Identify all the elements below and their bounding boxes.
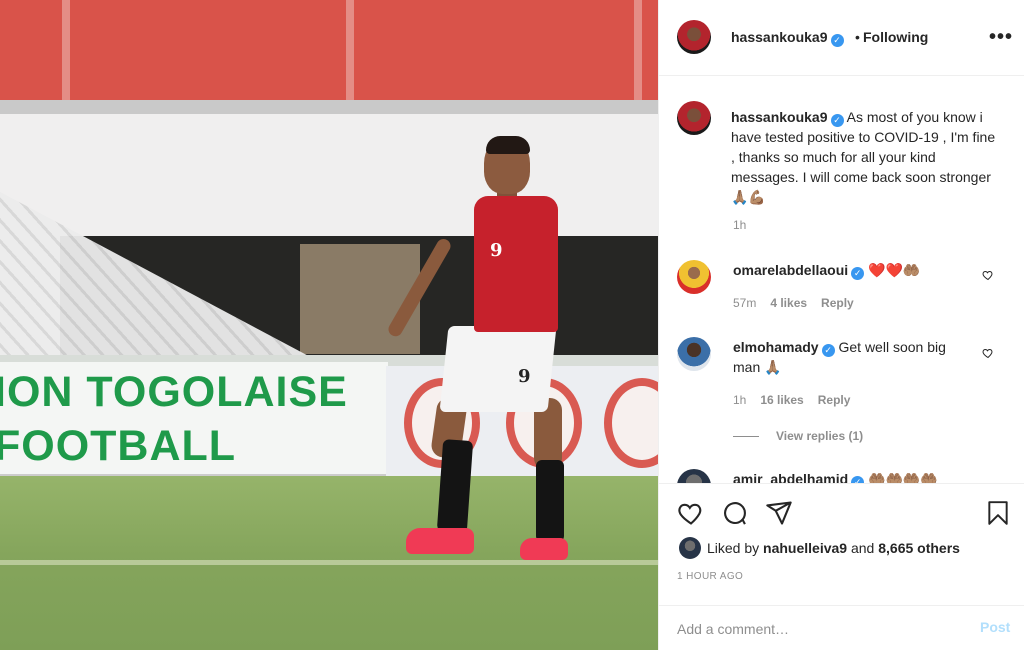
- verified-badge-icon: ✓: [851, 476, 865, 483]
- stadium-stand-top: [0, 0, 658, 112]
- avatar[interactable]: [677, 101, 711, 135]
- add-comment-input[interactable]: [677, 618, 957, 640]
- liked-by-prefix: Liked by: [707, 540, 760, 556]
- stand-rail: [62, 0, 70, 112]
- liked-by-suffix: and: [850, 540, 875, 556]
- like-comment-heart-icon[interactable]: [982, 347, 994, 359]
- header-username[interactable]: hassankouka9: [731, 29, 828, 45]
- view-replies-line: [733, 436, 759, 437]
- liked-by-summary: Liked by nahuelleiva9 and 8,665 others: [707, 540, 960, 556]
- player-boot: [520, 538, 568, 560]
- caption-time[interactable]: 1h: [733, 218, 746, 232]
- stand-rail: [346, 0, 354, 112]
- comment-username[interactable]: amir_abdelhamid: [733, 471, 848, 483]
- pitch-line: [0, 560, 658, 565]
- liked-by-user[interactable]: nahuelleiva9: [763, 540, 847, 556]
- reply-button[interactable]: Reply: [818, 393, 851, 407]
- banner-text-line2: FOOTBALL: [0, 422, 237, 470]
- caption-username[interactable]: hassankouka9: [731, 109, 828, 125]
- shorts-number: 9: [518, 366, 531, 387]
- stand-rail: [634, 0, 642, 112]
- stadium-panel: [300, 244, 420, 354]
- jersey-number: 9: [490, 240, 503, 261]
- player-sock: [536, 460, 564, 542]
- following-button[interactable]: Following: [863, 29, 928, 45]
- header-username-wrap[interactable]: hassankouka9 ✓: [731, 29, 844, 47]
- comment-likes[interactable]: 16 likes: [760, 393, 803, 407]
- post-actions: Liked by nahuelleiva9 and 8,665 others 1…: [659, 483, 1024, 650]
- verified-badge-icon: ✓: [830, 114, 844, 127]
- comment-meta: 57m 4 likes Reply: [733, 296, 854, 310]
- comment-icon[interactable]: [721, 499, 749, 527]
- add-comment-bar: Post: [659, 605, 1024, 650]
- stadium-wall: [0, 114, 658, 254]
- comment-time[interactable]: 1h: [733, 393, 746, 407]
- comment-text: ❤️❤️🤲🏽: [868, 262, 921, 278]
- reply-button[interactable]: Reply: [821, 296, 854, 310]
- comments-list[interactable]: hassankouka9 ✓ As most of you know i have…: [659, 77, 1024, 483]
- separator-dot: •: [855, 29, 860, 45]
- avatar[interactable]: [679, 537, 701, 559]
- avatar[interactable]: [677, 260, 711, 294]
- post-timestamp[interactable]: 1 HOUR AGO: [677, 571, 743, 582]
- share-direct-icon[interactable]: [765, 499, 793, 527]
- post-photo[interactable]: ION TOGOLAISE FOOTBALL 9 9: [0, 0, 658, 650]
- player-hair: [486, 136, 530, 154]
- like-heart-icon[interactable]: [677, 499, 705, 527]
- post-side-panel: hassankouka9 ✓ • Following ••• hassankouk…: [658, 0, 1024, 650]
- advertising-banner: ION TOGOLAISE FOOTBALL: [0, 362, 388, 478]
- avatar[interactable]: [677, 337, 711, 371]
- comment-likes[interactable]: 4 likes: [770, 296, 807, 310]
- comment: elmohamady ✓ Get well soon big man 🙏🏽: [733, 337, 973, 377]
- caption: hassankouka9 ✓ As most of you know i have…: [731, 107, 999, 207]
- comment-username[interactable]: omarelabdellaoui: [733, 262, 848, 278]
- comment-meta: 1h 16 likes Reply: [733, 393, 850, 407]
- like-comment-heart-icon[interactable]: [982, 269, 994, 281]
- post-comment-button[interactable]: Post: [980, 619, 1010, 635]
- avatar[interactable]: [677, 20, 711, 54]
- player-jersey: [474, 196, 558, 332]
- post-header: hassankouka9 ✓ • Following •••: [659, 0, 1024, 76]
- verified-badge-icon: ✓: [830, 34, 844, 47]
- avatar[interactable]: [677, 469, 711, 483]
- comment: omarelabdellaoui ✓ ❤️❤️🤲🏽: [733, 260, 983, 280]
- comment-username[interactable]: elmohamady: [733, 339, 819, 355]
- likes-count-button[interactable]: 8,665 others: [878, 540, 960, 556]
- stand-edge: [0, 100, 658, 114]
- player-shorts: [439, 326, 557, 412]
- save-bookmark-icon[interactable]: [985, 499, 1011, 527]
- view-replies-button[interactable]: View replies (1): [776, 429, 863, 443]
- banner-text-line1: ION TOGOLAISE: [0, 368, 348, 416]
- verified-badge-icon: ✓: [821, 344, 835, 357]
- comment-time[interactable]: 57m: [733, 296, 756, 310]
- comment-text: 🤲🏽🤲🏽🤲🏽🤲🏽: [868, 471, 938, 483]
- player-boot: [406, 528, 474, 554]
- more-options-icon[interactable]: •••: [989, 26, 1013, 49]
- player-sock: [436, 439, 474, 533]
- comment: amir_abdelhamid ✓ 🤲🏽🤲🏽🤲🏽🤲🏽: [733, 469, 993, 483]
- verified-badge-icon: ✓: [851, 267, 865, 280]
